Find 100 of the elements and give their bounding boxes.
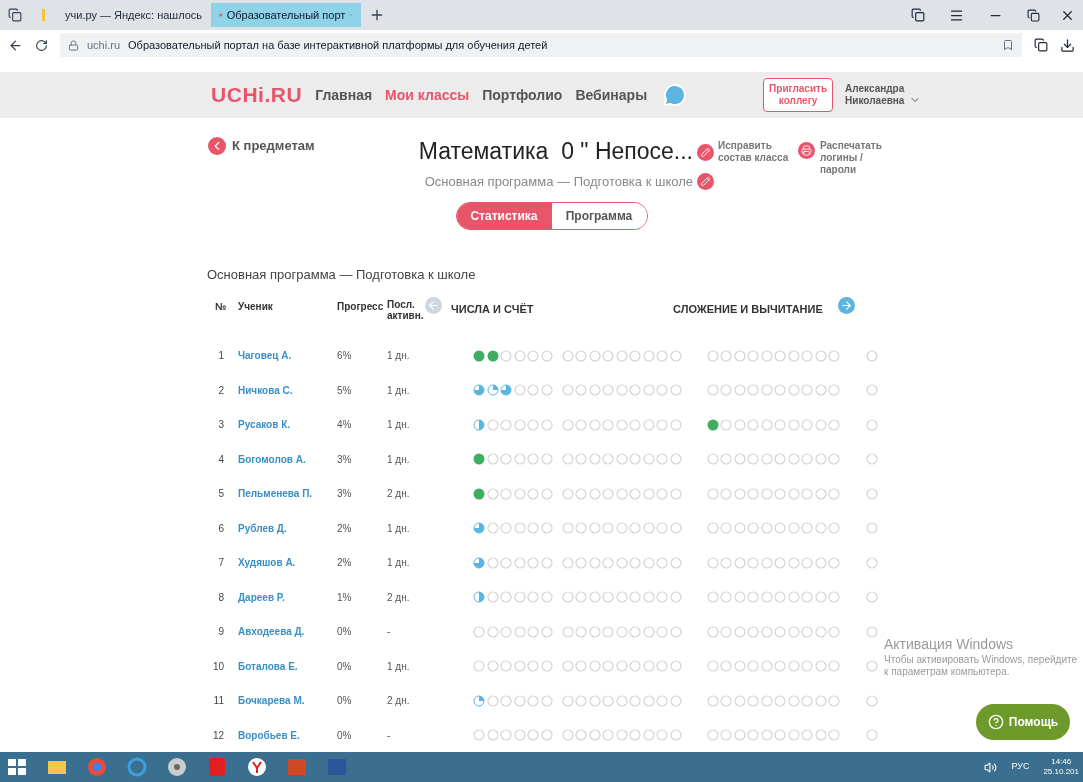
lesson-progress-dot[interactable] xyxy=(760,349,773,362)
lesson-progress-dot[interactable] xyxy=(527,384,539,397)
lesson-progress-dot[interactable] xyxy=(561,487,574,500)
lesson-progress-dot[interactable] xyxy=(615,349,628,362)
lesson-progress-dot[interactable] xyxy=(828,384,840,397)
lesson-progress-dot[interactable] xyxy=(656,418,668,431)
lesson-progress-dot[interactable] xyxy=(575,418,587,431)
lesson-progress-dot[interactable] xyxy=(787,625,800,638)
lesson-progress-dot[interactable] xyxy=(733,729,746,742)
student-name-link[interactable]: Рублев Д. xyxy=(232,520,337,536)
lesson-progress-dot[interactable] xyxy=(733,349,746,362)
lesson-progress-dot[interactable] xyxy=(615,660,628,673)
nav-link[interactable]: Вебинары xyxy=(575,84,648,106)
lesson-progress-dot[interactable] xyxy=(473,694,485,707)
lesson-progress-dot[interactable] xyxy=(527,522,539,535)
lesson-progress-dot[interactable] xyxy=(615,418,628,431)
lesson-progress-dot[interactable] xyxy=(500,384,512,397)
browser-tab[interactable]: Образовательный порт xyxy=(211,3,361,27)
lesson-progress-dot[interactable] xyxy=(774,453,786,466)
lesson-progress-dot[interactable] xyxy=(669,591,682,604)
lesson-progress-dot[interactable] xyxy=(706,625,719,638)
lesson-progress-dot[interactable] xyxy=(720,694,732,707)
lesson-progress-dot[interactable] xyxy=(774,694,786,707)
lesson-progress-dot[interactable] xyxy=(760,487,773,500)
lesson-progress-dot[interactable] xyxy=(866,453,878,466)
lesson-progress-dot[interactable] xyxy=(513,625,526,638)
lesson-progress-dot[interactable] xyxy=(513,660,526,673)
lesson-progress-dot[interactable] xyxy=(602,625,614,638)
lesson-progress-dot[interactable] xyxy=(486,625,499,638)
lesson-progress-dot[interactable] xyxy=(629,694,641,707)
lesson-progress-dot[interactable] xyxy=(720,625,732,638)
lesson-progress-dot[interactable] xyxy=(602,694,614,707)
lesson-progress-dot[interactable] xyxy=(500,694,512,707)
lesson-progress-dot[interactable] xyxy=(828,625,840,638)
lesson-progress-dot[interactable] xyxy=(747,591,759,604)
lesson-progress-dot[interactable] xyxy=(720,591,732,604)
lesson-progress-dot[interactable] xyxy=(656,453,668,466)
lesson-progress-dot[interactable] xyxy=(760,418,773,431)
lesson-progress-dot[interactable] xyxy=(774,591,786,604)
lesson-progress-dot[interactable] xyxy=(801,660,813,673)
lesson-progress-dot[interactable] xyxy=(540,418,553,431)
lesson-progress-dot[interactable] xyxy=(513,591,526,604)
lesson-progress-dot[interactable] xyxy=(760,625,773,638)
lesson-progress-dot[interactable] xyxy=(602,729,614,742)
lesson-progress-dot[interactable] xyxy=(602,384,614,397)
lesson-progress-dot[interactable] xyxy=(527,660,539,673)
lesson-progress-dot[interactable] xyxy=(801,556,813,569)
lesson-progress-dot[interactable] xyxy=(801,453,813,466)
lesson-progress-dot[interactable] xyxy=(814,729,827,742)
lesson-progress-dot[interactable] xyxy=(473,349,485,362)
clock[interactable]: 14:46 25.10.201 xyxy=(1043,757,1079,777)
lesson-progress-dot[interactable] xyxy=(706,522,719,535)
lesson-progress-dot[interactable] xyxy=(866,556,878,569)
user-name[interactable]: Александра Николаевна xyxy=(845,83,910,107)
lesson-progress-dot[interactable] xyxy=(828,453,840,466)
nav-link[interactable]: Портфолио xyxy=(482,84,563,106)
student-name-link[interactable]: Худяшов А. xyxy=(232,555,337,571)
restore-icon[interactable] xyxy=(1027,8,1040,22)
lesson-progress-dot[interactable] xyxy=(642,522,655,535)
student-name-link[interactable]: Дареев Р. xyxy=(232,589,337,605)
lesson-progress-dot[interactable] xyxy=(747,453,759,466)
chat-icon[interactable] xyxy=(663,83,688,107)
lesson-progress-dot[interactable] xyxy=(787,453,800,466)
lesson-progress-dot[interactable] xyxy=(814,522,827,535)
lesson-progress-dot[interactable] xyxy=(486,349,499,362)
lesson-progress-dot[interactable] xyxy=(500,522,512,535)
lesson-progress-dot[interactable] xyxy=(527,487,539,500)
lesson-progress-dot[interactable] xyxy=(747,660,759,673)
lesson-progress-dot[interactable] xyxy=(575,556,587,569)
lesson-progress-dot[interactable] xyxy=(642,384,655,397)
lesson-progress-dot[interactable] xyxy=(561,453,574,466)
lesson-progress-dot[interactable] xyxy=(747,349,759,362)
menu-icon[interactable] xyxy=(949,7,964,23)
lesson-progress-dot[interactable] xyxy=(642,729,655,742)
address-field[interactable]: uchi.ru Образовательный портал на базе интерактивной платформы для обучения детей xyxy=(60,33,1022,57)
lesson-progress-dot[interactable] xyxy=(656,556,668,569)
lesson-progress-dot[interactable] xyxy=(500,418,512,431)
lesson-progress-dot[interactable] xyxy=(814,694,827,707)
lesson-progress-dot[interactable] xyxy=(814,418,827,431)
lesson-progress-dot[interactable] xyxy=(747,487,759,500)
lesson-progress-dot[interactable] xyxy=(629,625,641,638)
lesson-progress-dot[interactable] xyxy=(527,625,539,638)
lesson-progress-dot[interactable] xyxy=(669,729,682,742)
download-icon[interactable] xyxy=(1060,37,1075,53)
lesson-progress-dot[interactable] xyxy=(814,591,827,604)
help-button[interactable]: Помощь xyxy=(976,704,1070,740)
lesson-progress-dot[interactable] xyxy=(615,522,628,535)
lesson-progress-dot[interactable] xyxy=(866,660,878,673)
lesson-progress-dot[interactable] xyxy=(575,729,587,742)
lesson-progress-dot[interactable] xyxy=(828,349,840,362)
lesson-progress-dot[interactable] xyxy=(669,625,682,638)
print-logins-link[interactable]: Распечатать логины / пароли xyxy=(798,136,898,192)
browser-tab[interactable]: учи.ру — Яндекс: нашлось xyxy=(53,3,203,27)
nav-link[interactable]: Главная xyxy=(315,84,373,106)
lesson-progress-dot[interactable] xyxy=(866,694,878,707)
lesson-progress-dot[interactable] xyxy=(500,729,512,742)
lesson-progress-dot[interactable] xyxy=(486,522,499,535)
tabs-icon[interactable] xyxy=(8,8,22,22)
lesson-progress-dot[interactable] xyxy=(561,694,574,707)
lesson-progress-dot[interactable] xyxy=(561,729,574,742)
